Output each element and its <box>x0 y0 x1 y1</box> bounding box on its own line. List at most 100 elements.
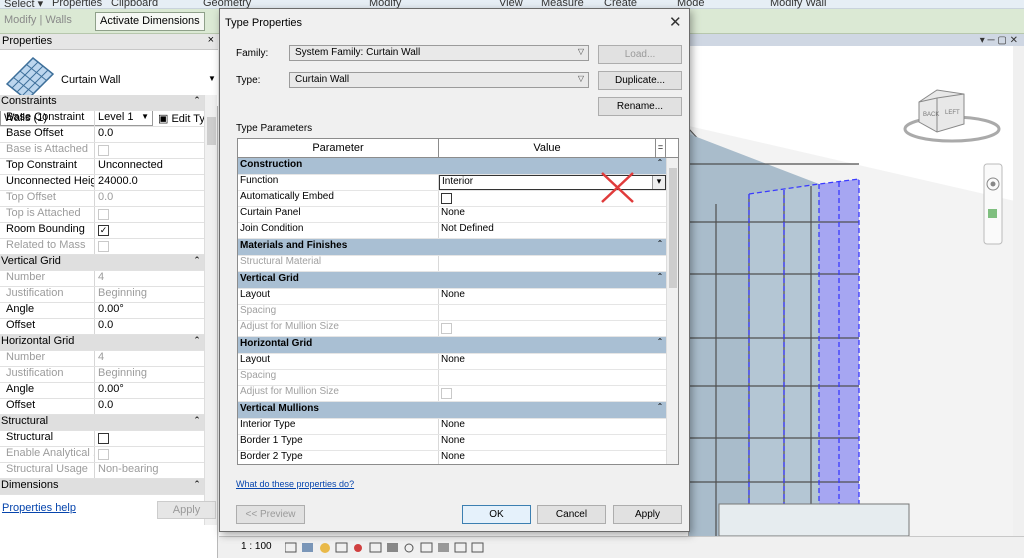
grid-row[interactable]: Layout None <box>238 354 666 370</box>
property-row[interactable]: Structural <box>0 431 204 447</box>
property-row[interactable]: Base Offset 0.0 <box>0 127 204 143</box>
property-row[interactable]: Room Bounding ✓ <box>0 223 204 239</box>
grid-param-value[interactable]: None <box>439 354 666 369</box>
collapse-icon[interactable]: ⌃ <box>654 337 666 353</box>
grid-param-value[interactable]: None <box>439 207 666 222</box>
grid-section-vertical-grid[interactable]: Vertical Grid ⌃ <box>238 272 666 289</box>
section-structural[interactable]: Structural ⌃ <box>0 415 204 431</box>
dialog-apply-button[interactable]: Apply <box>613 505 682 524</box>
grid-section-materials-and-finishes[interactable]: Materials and Finishes ⌃ <box>238 239 666 256</box>
properties-apply-button[interactable]: Apply <box>157 501 216 519</box>
close-icon[interactable]: × <box>208 34 214 46</box>
ok-button[interactable]: OK <box>462 505 531 524</box>
chevron-down-icon[interactable]: ▾ <box>652 176 665 189</box>
collapse-icon[interactable]: ⌃ <box>190 335 204 350</box>
checkbox[interactable] <box>441 193 452 204</box>
family-dropdown[interactable]: System Family: Curtain Wall ▽ <box>289 45 589 61</box>
section-dimensions[interactable]: Dimensions ⌃ <box>0 479 204 495</box>
grid-param-label: Adjust for Mullion Size <box>238 386 439 401</box>
property-value[interactable]: ✓ <box>95 223 204 238</box>
value-column-header[interactable]: Value <box>439 139 656 157</box>
section-constraints[interactable]: Constraints ⌃ <box>0 95 204 111</box>
grid-param-value[interactable]: None <box>439 451 666 464</box>
section-vertical-grid[interactable]: Vertical Grid ⌃ <box>0 255 204 271</box>
preview-button[interactable]: << Preview <box>236 505 305 524</box>
grid-row[interactable]: Join Condition Not Defined <box>238 223 666 239</box>
property-value: 4 <box>98 271 105 283</box>
grid-section-horizontal-grid[interactable]: Horizontal Grid ⌃ <box>238 337 666 354</box>
grid-section-label: Horizontal Grid <box>240 338 313 349</box>
grid-row[interactable]: Curtain Panel None <box>238 207 666 223</box>
collapse-icon[interactable]: ⌃ <box>654 158 666 174</box>
grid-scrollbar[interactable] <box>666 158 678 464</box>
checkbox[interactable] <box>98 433 109 444</box>
property-label: Room Bounding <box>0 223 95 238</box>
ribbon-properties[interactable]: Properties <box>52 0 102 9</box>
property-value[interactable]: 0.0 <box>95 319 204 334</box>
grid-param-value[interactable]: None <box>439 435 666 450</box>
grid-section-vertical-mullions[interactable]: Vertical Mullions ⌃ <box>238 402 666 419</box>
formula-column-header[interactable]: = <box>656 139 666 157</box>
view-scrollbar[interactable] <box>1013 46 1024 536</box>
property-row[interactable]: Top Constraint Unconnected <box>0 159 204 175</box>
property-label: Justification <box>0 287 95 302</box>
checkbox[interactable]: ✓ <box>98 225 109 236</box>
load-button[interactable]: Load... <box>598 45 682 64</box>
grid-param-value[interactable]: Not Defined <box>439 223 666 238</box>
type-dropdown-value: Curtain Wall <box>295 74 350 85</box>
viewcube-left-label[interactable]: LEFT <box>945 110 960 116</box>
ribbon-clipboard[interactable]: Clipboard <box>111 0 158 9</box>
property-value[interactable]: Unconnected <box>95 159 204 174</box>
collapse-icon[interactable]: ⌃ <box>654 402 666 418</box>
viewcube-back-label[interactable]: BACK <box>923 112 939 118</box>
what-do-these-properties-do-link[interactable]: What do these properties do? <box>236 479 354 489</box>
collapse-icon[interactable]: ⌃ <box>190 255 204 270</box>
properties-scrollbar[interactable] <box>204 95 217 525</box>
property-value[interactable]: 0.0 <box>95 127 204 142</box>
grid-param-value[interactable]: None <box>439 289 666 304</box>
grid-row[interactable]: Interior Type None <box>238 419 666 435</box>
grid-param-value-text: None <box>441 207 465 218</box>
property-row[interactable]: Angle 0.00° <box>0 303 204 319</box>
collapse-icon[interactable]: ⌃ <box>190 415 204 430</box>
grid-row[interactable]: Layout None <box>238 289 666 305</box>
property-value[interactable]: 24000.0 <box>95 175 204 190</box>
property-row: Enable Analytical ... <box>0 447 204 463</box>
property-row[interactable]: Unconnected Heig...24000.0 <box>0 175 204 191</box>
activate-dimensions-button[interactable]: Activate Dimensions <box>95 12 205 31</box>
property-value[interactable]: Level 1 <box>95 111 204 126</box>
duplicate-button[interactable]: Duplicate... <box>598 71 682 90</box>
grid-param-label: Border 1 Type <box>238 435 439 450</box>
type-dropdown[interactable]: Curtain Wall ▽ <box>289 72 589 88</box>
type-label: Type: <box>236 75 261 86</box>
property-row[interactable]: Offset 0.0 <box>0 319 204 335</box>
grid-row[interactable]: Border 2 Type None <box>238 451 666 464</box>
property-row[interactable]: Offset 0.0 <box>0 399 204 415</box>
property-value[interactable]: 0.00° <box>95 303 204 318</box>
collapse-icon[interactable]: ⌃ <box>190 479 204 494</box>
collapse-icon[interactable]: ⌃ <box>190 95 204 110</box>
parameter-column-header[interactable]: Parameter <box>238 139 439 157</box>
property-row: Number 4 <box>0 271 204 287</box>
grid-row: Structural Material <box>238 256 666 272</box>
view-control-icons[interactable] <box>285 541 505 555</box>
view-window-controls[interactable]: ▾ ─ ▢ ✕ <box>980 35 1018 46</box>
grid-param-value[interactable]: None <box>439 419 666 434</box>
chevron-down-icon[interactable]: ▼ <box>208 74 216 83</box>
close-icon[interactable]: ✕ <box>669 13 682 31</box>
property-row[interactable]: Angle 0.00° <box>0 383 204 399</box>
cancel-button[interactable]: Cancel <box>537 505 606 524</box>
collapse-icon[interactable]: ⌃ <box>654 272 666 288</box>
property-row[interactable]: Base Constraint Level 1 <box>0 111 204 127</box>
property-value[interactable]: 0.0 <box>95 399 204 414</box>
view-scale[interactable]: 1 : 100 <box>241 541 272 552</box>
rename-button[interactable]: Rename... <box>598 97 682 116</box>
ribbon-modify-wall[interactable]: Modify Wall <box>770 0 826 9</box>
collapse-icon[interactable]: ⌃ <box>654 239 666 255</box>
section-horizontal-grid[interactable]: Horizontal Grid ⌃ <box>0 335 204 351</box>
property-value[interactable] <box>95 431 204 446</box>
property-value[interactable]: 0.00° <box>95 383 204 398</box>
grid-row[interactable]: Border 1 Type None <box>238 435 666 451</box>
property-label: Top Constraint <box>0 159 95 174</box>
properties-help-link[interactable]: Properties help <box>2 502 76 514</box>
